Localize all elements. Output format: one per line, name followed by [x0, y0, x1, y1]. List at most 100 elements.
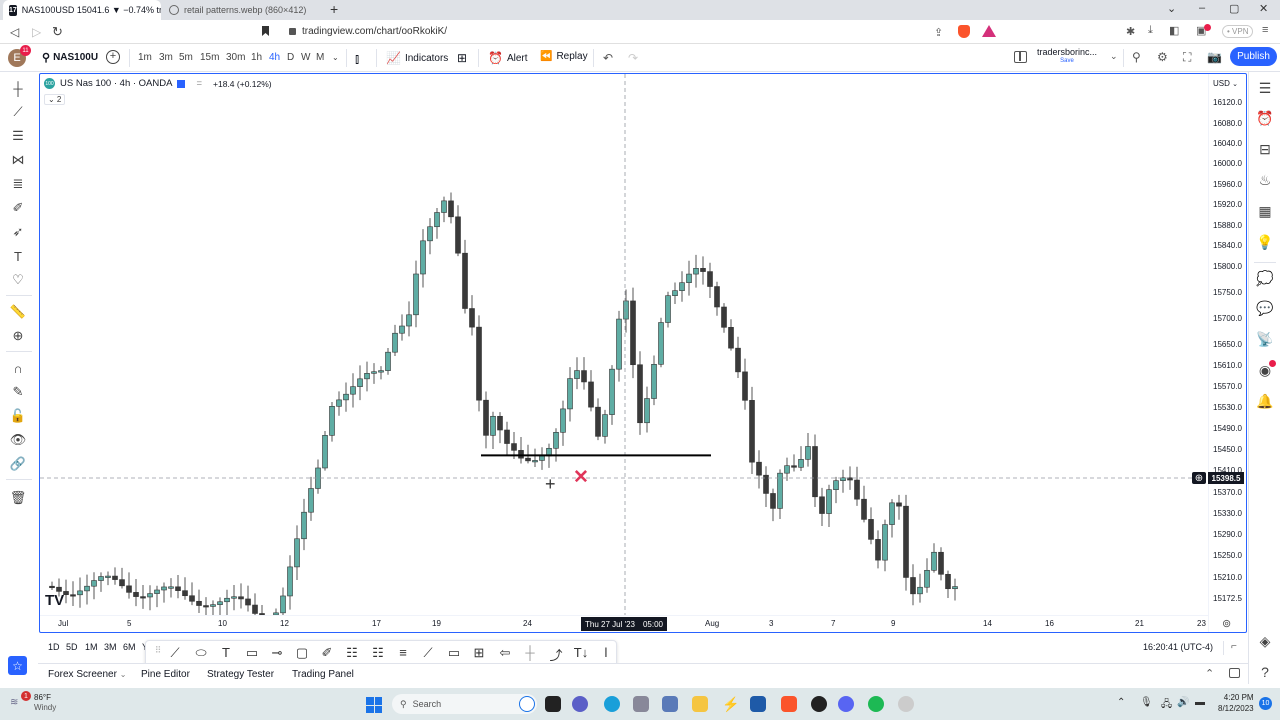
spotify-icon[interactable]	[868, 696, 884, 712]
editor-icon[interactable]	[662, 696, 678, 712]
callout-tool-icon[interactable]: ▭	[244, 645, 260, 661]
favorites-heart-icon[interactable]: ♡	[9, 271, 27, 289]
tray-overflow-chevron-icon[interactable]: ⌃	[1117, 697, 1125, 708]
notifications-badge[interactable]: 10	[1259, 697, 1272, 710]
adjust-icon[interactable]: ⌐	[1231, 641, 1237, 652]
screenshot-camera-icon[interactable]: 📷	[1207, 50, 1222, 64]
indicators-button[interactable]: 📈 Indicators	[386, 51, 448, 65]
timeframe-30m[interactable]: 30m	[226, 52, 245, 63]
windy-icon[interactable]: ≋	[10, 697, 18, 708]
brave-rewards-icon[interactable]	[982, 25, 996, 37]
range-6M[interactable]: 6M	[123, 642, 136, 652]
messages-icon[interactable]: 💬	[1256, 300, 1274, 317]
taskbar-search[interactable]: ⚲ Search	[392, 694, 537, 714]
timeframe-D[interactable]: D	[287, 52, 294, 63]
windows-start-icon[interactable]	[366, 697, 382, 713]
network-icon[interactable]: 🖧	[1161, 697, 1172, 714]
settings-gear-icon[interactable]: ⚙	[1157, 50, 1168, 64]
obs-icon[interactable]	[811, 696, 827, 712]
file-explorer-icon[interactable]	[692, 696, 708, 712]
position-tool-icon[interactable]: ⊞	[471, 645, 487, 661]
link-icon[interactable]: 🔗	[9, 455, 27, 473]
teams-chat-icon[interactable]	[572, 696, 588, 712]
alert-button[interactable]: ⏰ Alert	[488, 51, 528, 65]
layout-dropdown-chevron-icon[interactable]: ⌄	[1110, 51, 1118, 62]
curve-tool-icon[interactable]: ⤴	[548, 645, 564, 664]
maximize-panel-icon[interactable]	[1229, 668, 1240, 678]
horizontal-ray-icon[interactable]: ⊸	[269, 645, 285, 661]
ideas-lightbulb-icon[interactable]: 💡	[1256, 234, 1274, 251]
add-alert-plus-button[interactable]: ⊕	[1192, 472, 1206, 484]
reload-icon[interactable]: ↻	[52, 24, 63, 40]
price-axis[interactable]	[1208, 74, 1246, 632]
calendar-icon[interactable]: ▦	[1256, 203, 1274, 220]
brush-tool-icon[interactable]: ✐	[319, 645, 335, 661]
flag-icon[interactable]	[177, 79, 186, 88]
legend-title[interactable]: US Nas 100 · 4h · OANDA	[60, 78, 172, 89]
tab-trading-panel[interactable]: Trading Panel	[292, 669, 354, 680]
axis-settings-icon[interactable]: ⊚	[1222, 617, 1231, 630]
lock-drawing-icon[interactable]: ✎	[9, 383, 27, 401]
crosshair-cursor-icon[interactable]: ┼	[9, 79, 27, 97]
menu-icon[interactable]: ≡	[1262, 24, 1268, 36]
note-tool-icon[interactable]: ▭	[446, 645, 462, 661]
pattern-tool-icon[interactable]: ⋈	[9, 151, 27, 169]
alerts-clock-icon[interactable]: ⏰	[1256, 110, 1274, 127]
vscode-like-icon[interactable]: ⚡	[722, 696, 739, 712]
lock-all-icon[interactable]: 🔓	[9, 407, 27, 425]
new-tab-button[interactable]: +	[330, 1, 338, 17]
candles-chart-type-icon[interactable]: ⫾	[355, 51, 359, 67]
layout-name-button[interactable]: tradersborinc... Save	[1037, 48, 1097, 66]
tradingview-logo[interactable]: TV	[45, 592, 64, 609]
timeframe-M[interactable]: M	[316, 52, 324, 63]
battery-icon[interactable]: ▬	[1195, 697, 1205, 708]
replay-button[interactable]: ⏪ Replay	[540, 51, 588, 62]
trash-icon[interactable]: 🗑	[9, 489, 27, 507]
timeframe-1h[interactable]: 1h	[251, 52, 262, 63]
download-icon[interactable]: ⤓	[1148, 24, 1153, 37]
layouts-grid-icon[interactable]: ⊞	[457, 51, 467, 65]
timeframe-15m[interactable]: 15m	[200, 52, 219, 63]
magnet-icon[interactable]: ∩	[9, 359, 27, 377]
drag-handle-icon[interactable]: ⠿	[150, 645, 166, 656]
timeframe-1m[interactable]: 1m	[138, 52, 152, 63]
extensions-icon[interactable]: ✱	[1126, 25, 1135, 38]
brave-shield-icon[interactable]	[958, 25, 970, 38]
chart-canvas[interactable]: + ✕	[40, 74, 1208, 615]
cross-line-icon[interactable]: ┼	[522, 645, 538, 660]
microphone-icon[interactable]: 🎙	[1140, 697, 1153, 708]
forward-icon[interactable]: ▷	[32, 25, 41, 39]
tab-forex-screener[interactable]: Forex Screener ⌄	[48, 669, 126, 680]
volume-icon[interactable]: 🔊	[1177, 697, 1189, 708]
edge-icon[interactable]	[604, 696, 620, 712]
prediction-tool-icon[interactable]: ≣	[9, 175, 27, 193]
chats-cloud-icon[interactable]: 💭	[1256, 270, 1274, 287]
ellipse-tool-icon[interactable]: ⬭	[193, 645, 209, 661]
range-1D[interactable]: 1D	[48, 642, 60, 652]
share-icon[interactable]: ⇪	[934, 26, 943, 39]
hotlists-flame-icon[interactable]: ♨	[1256, 172, 1274, 189]
streams-icon[interactable]: 📡	[1256, 331, 1274, 348]
favorites-star-button[interactable]: ☆	[8, 656, 27, 675]
expand-panel-chevron-icon[interactable]: ⌃	[1205, 667, 1214, 680]
brush-icon[interactable]: ✐	[9, 199, 27, 217]
zoom-in-icon[interactable]: ⊕	[9, 327, 27, 345]
notepad-icon[interactable]	[633, 696, 649, 712]
redo-icon[interactable]: ↷	[628, 51, 638, 65]
line-tool-icon[interactable]: ⟋	[167, 645, 183, 661]
discord-icon[interactable]	[838, 696, 854, 712]
rectangle-tool-icon[interactable]: ▢	[294, 645, 310, 661]
red-x-mark[interactable]: ✕	[573, 467, 589, 488]
measure-ruler-icon[interactable]: 📏	[9, 303, 27, 321]
arrow-marker-icon[interactable]: ⇦	[497, 645, 513, 661]
brave-browser-icon[interactable]	[781, 696, 797, 712]
watchlist-icon[interactable]: ☰	[1256, 80, 1274, 97]
url-field[interactable]: tradingview.com/chart/ooRkokiK/	[302, 26, 447, 37]
tab-search-button[interactable]: ⌄	[1167, 2, 1176, 15]
vertical-line-icon[interactable]: ǀ	[598, 645, 614, 660]
close-window-button[interactable]: ✕	[1259, 2, 1268, 15]
microsoft-store-icon[interactable]	[750, 696, 766, 712]
browser-tab-active[interactable]: 17 NAS100USD 15041.6 ▼ −0.74% tr ✕	[3, 0, 161, 20]
trend-line-icon[interactable]: ⟋	[9, 103, 27, 121]
publish-button[interactable]: Publish	[1230, 47, 1277, 66]
